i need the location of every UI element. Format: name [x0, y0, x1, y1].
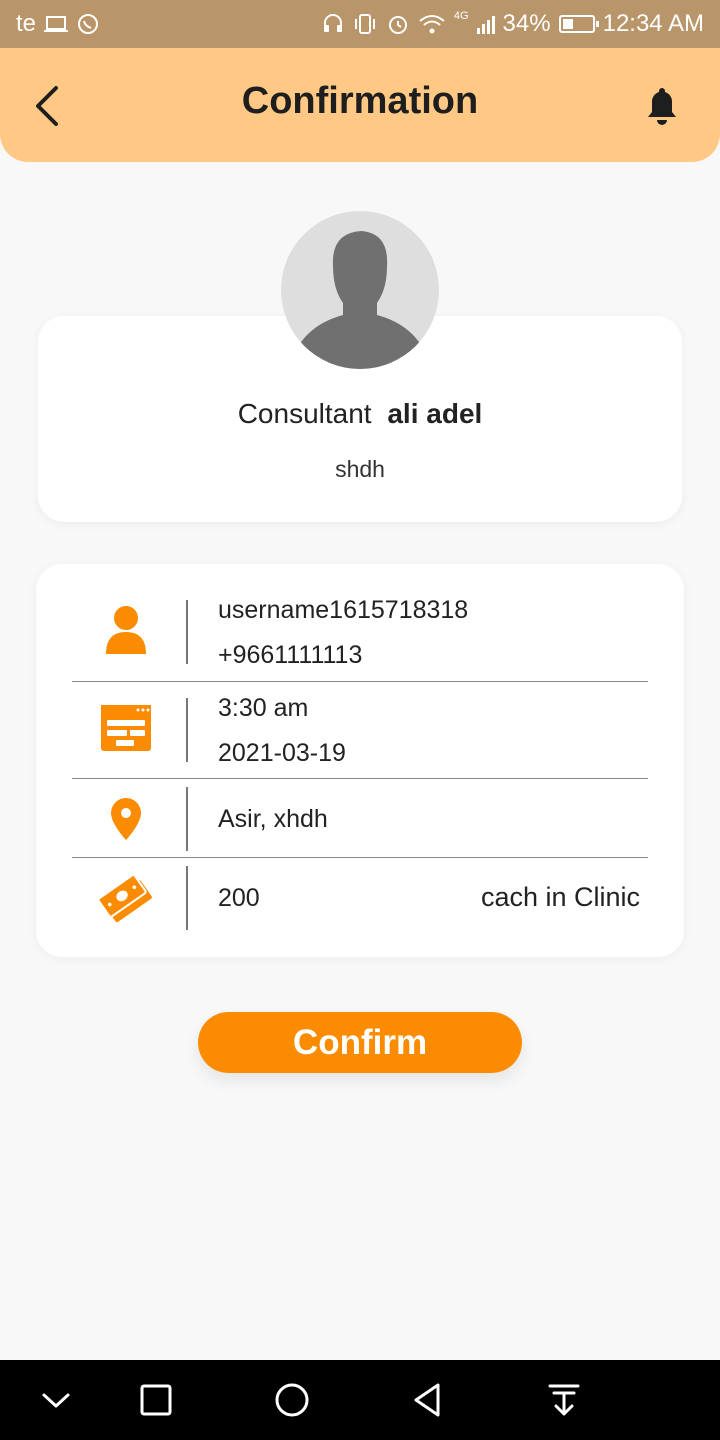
carrier-label: te	[16, 10, 37, 37]
booking-details-card: username1615718318 +9661111113 3:30 am 2…	[36, 564, 684, 957]
chevron-down-icon	[42, 1393, 70, 1408]
username: username1615718318	[218, 596, 469, 624]
payment-row: 200 cach in Clinic	[36, 858, 684, 957]
price: 200	[218, 884, 260, 912]
nav-collapse-button[interactable]	[36, 1380, 76, 1420]
location-pin-icon	[98, 791, 154, 847]
row-separator	[186, 600, 188, 664]
alarm-icon	[388, 16, 407, 34]
pull-down-icon	[548, 1384, 580, 1416]
confirm-button[interactable]: Confirm	[198, 1012, 522, 1073]
money-icon	[98, 870, 154, 926]
nav-back-button[interactable]	[408, 1380, 448, 1420]
bell-icon	[648, 88, 676, 125]
system-nav-bar	[0, 1360, 720, 1440]
location: Asir, xhdh	[218, 805, 328, 833]
appointment-date: 2021-03-19	[218, 739, 346, 767]
user-row: username1615718318 +9661111113	[36, 564, 684, 682]
row-separator	[186, 698, 188, 762]
nav-recents-button[interactable]	[136, 1380, 176, 1420]
person-silhouette-icon	[289, 231, 431, 369]
status-left: te	[16, 10, 100, 38]
nav-notification-shade-button[interactable]	[544, 1380, 584, 1420]
notifications-button[interactable]	[644, 84, 680, 128]
status-bar: te 4G 34% 12:34 AM	[0, 0, 720, 48]
avatar	[281, 211, 439, 369]
network-type: 4G	[453, 10, 469, 22]
consultant-name-line: Consultant ali adel	[38, 398, 682, 430]
circle-icon	[275, 1383, 309, 1417]
payment-method: cach in Clinic	[480, 882, 640, 912]
signal-icon	[476, 14, 495, 34]
clock: 12:34 AM	[602, 10, 704, 37]
battery-percent: 34%	[502, 10, 551, 37]
appointment-time: 3:30 am	[218, 694, 309, 722]
app-header: Confirmation	[0, 48, 720, 162]
status-right: 4G 34% 12:34 AM	[322, 10, 704, 38]
whatsapp-icon	[78, 14, 99, 34]
row-separator	[186, 787, 188, 851]
consultant-role: Consultant	[237, 398, 372, 429]
page-title: Confirmation	[241, 80, 479, 122]
wifi-icon	[419, 15, 445, 34]
user-icon	[98, 602, 154, 658]
consultant-name: ali adel	[387, 398, 483, 429]
datetime-row: 3:30 am 2021-03-19	[36, 682, 684, 779]
consultant-specialty: shdh	[335, 456, 385, 482]
row-separator	[186, 866, 188, 930]
vibrate-icon	[354, 14, 375, 34]
nav-home-button[interactable]	[272, 1380, 312, 1420]
calendar-icon	[98, 700, 154, 756]
headset-icon	[323, 14, 342, 32]
battery-icon	[558, 15, 599, 33]
phone-number: +9661111113	[218, 641, 363, 669]
laptop-icon	[44, 16, 69, 32]
location-row: Asir, xhdh	[36, 779, 684, 858]
triangle-back-icon	[414, 1383, 440, 1417]
square-icon	[140, 1384, 172, 1416]
